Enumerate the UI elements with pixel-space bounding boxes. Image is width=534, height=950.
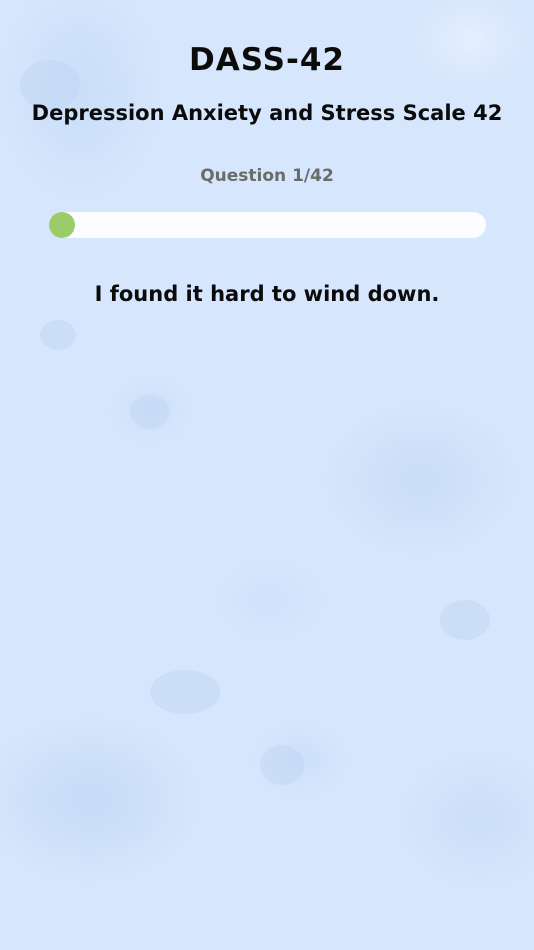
background-stain (440, 600, 490, 640)
background-stain (130, 395, 170, 429)
question-text: I found it hard to wind down. (94, 282, 440, 306)
background-stain (150, 670, 220, 714)
background-stain (260, 745, 304, 785)
app-subtitle: Depression Anxiety and Stress Scale 42 (31, 101, 503, 125)
quiz-screen: DASS-42 Depression Anxiety and Stress Sc… (0, 0, 534, 950)
background-stain (40, 320, 76, 350)
progress-bar-fill (49, 212, 75, 238)
question-counter: Question 1/42 (200, 166, 334, 186)
progress-bar (49, 212, 486, 238)
app-title: DASS-42 (189, 42, 345, 78)
